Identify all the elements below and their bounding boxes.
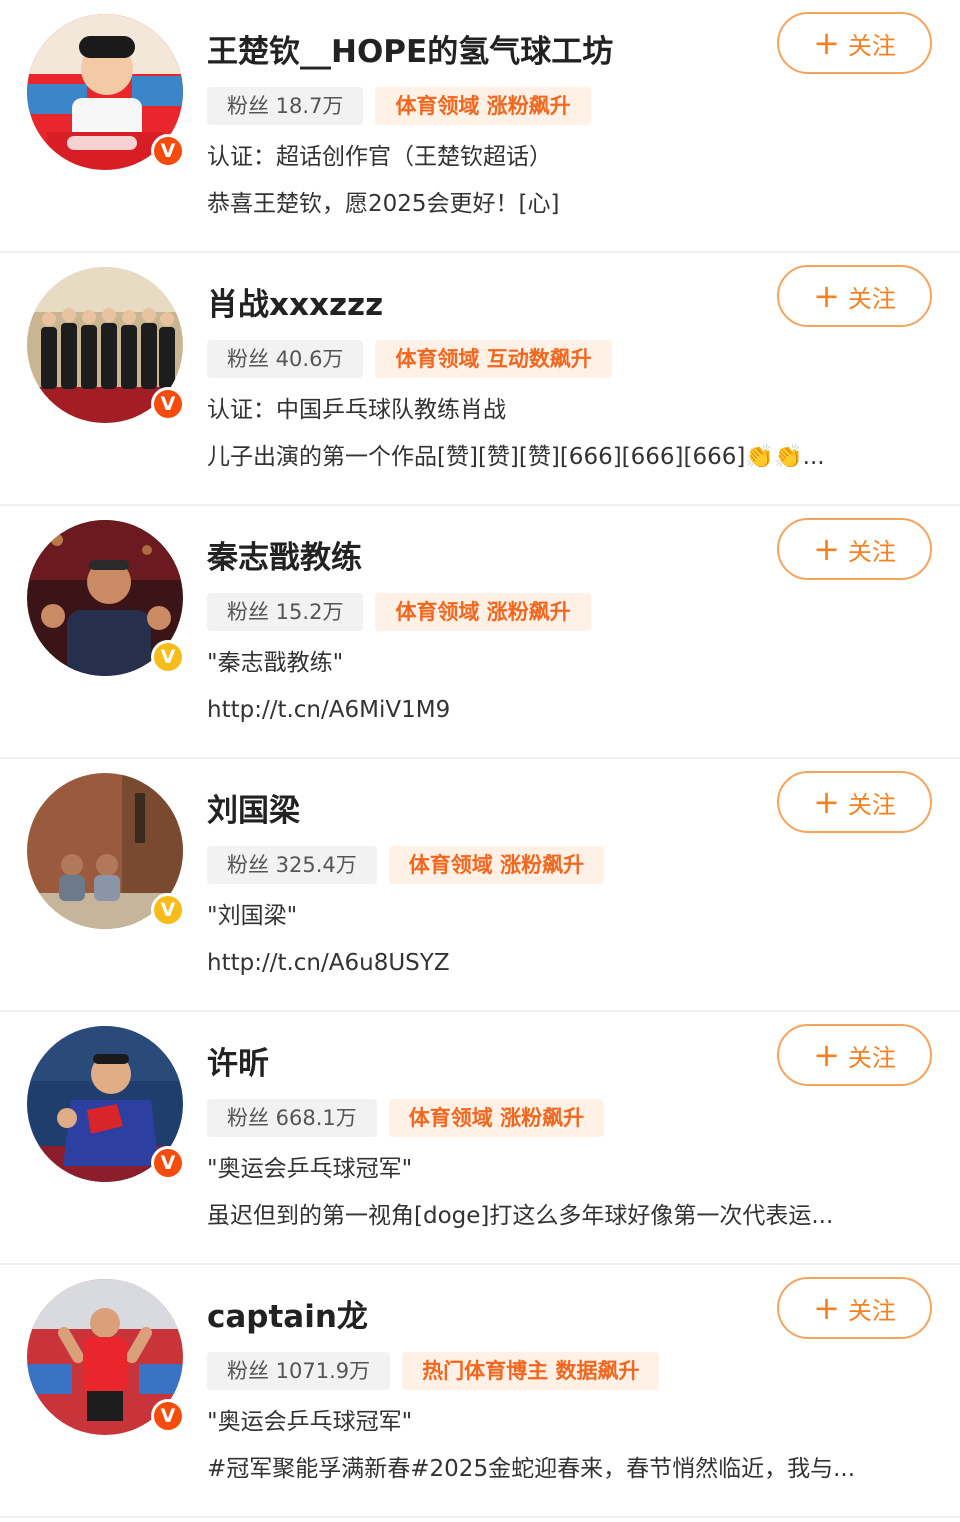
user-latest-post: #冠军聚能孚满新春#2025金蛇迎春来，春节悄然临近，我与... <box>207 1456 856 1482</box>
tag-row: 粉丝 15.2万 体育领域 涨粉飙升 <box>207 593 927 631</box>
user-name[interactable]: 秦志戬教练 <box>207 532 762 584</box>
follow-button[interactable]: + 关注 <box>777 518 932 580</box>
user-verification: 认证：超话创作官（王楚钦超话） <box>207 144 552 170</box>
verified-badge-icon: V <box>151 893 185 927</box>
avatar[interactable]: V <box>27 520 185 676</box>
follow-label: 关注 <box>847 31 896 60</box>
follow-button[interactable]: + 关注 <box>777 265 932 327</box>
verified-badge-icon: V <box>151 1146 185 1180</box>
user-latest-post: 恭喜王楚钦，愿2025会更好！[心] <box>207 191 560 217</box>
user-name[interactable]: captain龙 <box>207 1291 762 1343</box>
verified-badge-icon: V <box>151 134 185 168</box>
tag-row: 粉丝 40.6万 体育领域 互动数飙升 <box>207 340 927 378</box>
follow-label: 关注 <box>847 1296 896 1325</box>
fans-count-tag: 粉丝 668.1万 <box>207 1099 377 1137</box>
user-verification: "秦志戬教练" <box>207 650 344 676</box>
field-tag: 热门体育博主 数据飙升 <box>402 1352 660 1390</box>
fans-count-tag: 粉丝 18.7万 <box>207 87 364 125</box>
avatar[interactable]: V <box>27 14 185 170</box>
field-tag: 体育领域 互动数飙升 <box>375 340 612 378</box>
user-latest-post: http://t.cn/A6MiV1M9 <box>207 697 451 723</box>
user-name[interactable]: 王楚钦__HOPE的氢气球工坊 <box>207 26 762 78</box>
follow-label: 关注 <box>847 284 896 313</box>
plus-icon: + <box>813 1036 840 1074</box>
field-tag: 体育领域 涨粉飙升 <box>388 846 605 884</box>
field-tag: 体育领域 涨粉飙升 <box>375 593 591 631</box>
verified-badge-icon: V <box>151 1399 185 1433</box>
tag-row: 粉丝 18.7万 体育领域 涨粉飙升 <box>207 87 927 125</box>
user-result-list: V 王楚钦__HOPE的氢气球工坊 粉丝 18.7万 体育领域 涨粉飙升 认证：… <box>0 0 960 1518</box>
plus-icon: + <box>813 1289 840 1327</box>
user-card[interactable]: V 许昕 粉丝 668.1万 体育领域 涨粉飙升 "奥运会乒乓球冠军" 虽迟但到… <box>0 1012 960 1265</box>
plus-icon: + <box>813 783 840 821</box>
user-name[interactable]: 刘国梁 <box>207 785 762 837</box>
avatar[interactable]: V <box>27 773 185 929</box>
user-verification: "奥运会乒乓球冠军" <box>207 1409 413 1435</box>
field-tag: 体育领域 涨粉飙升 <box>388 1099 605 1137</box>
fans-count-tag: 粉丝 325.4万 <box>207 846 377 884</box>
user-latest-post: http://t.cn/A6u8USYZ <box>207 950 450 976</box>
user-card[interactable]: V 王楚钦__HOPE的氢气球工坊 粉丝 18.7万 体育领域 涨粉飙升 认证：… <box>0 0 960 253</box>
avatar[interactable]: V <box>27 1279 185 1435</box>
user-latest-post: 虽迟但到的第一视角[doge]打这么多年球好像第一次代表运... <box>207 1203 834 1229</box>
tag-row: 粉丝 1071.9万 热门体育博主 数据飙升 <box>207 1352 927 1390</box>
field-tag: 体育领域 涨粉飙升 <box>375 87 591 125</box>
fans-count-tag: 粉丝 15.2万 <box>207 593 364 631</box>
user-verification: "奥运会乒乓球冠军" <box>207 1156 413 1182</box>
tag-row: 粉丝 668.1万 体育领域 涨粉飙升 <box>207 1099 927 1137</box>
user-card[interactable]: V 刘国梁 粉丝 325.4万 体育领域 涨粉飙升 "刘国梁" http://t… <box>0 759 960 1012</box>
plus-icon: + <box>813 530 840 568</box>
follow-label: 关注 <box>847 1043 896 1072</box>
user-card[interactable]: V 秦志戬教练 粉丝 15.2万 体育领域 涨粉飙升 "秦志戬教练" http:… <box>0 506 960 759</box>
follow-button[interactable]: + 关注 <box>777 12 932 74</box>
user-verification: "刘国梁" <box>207 903 298 929</box>
follow-button[interactable]: + 关注 <box>777 1277 932 1339</box>
user-name[interactable]: 肖战xxxzzz <box>207 279 762 331</box>
plus-icon: + <box>813 277 840 315</box>
follow-label: 关注 <box>847 790 896 819</box>
verified-badge-icon: V <box>151 387 185 421</box>
fans-count-tag: 粉丝 40.6万 <box>207 340 364 378</box>
tag-row: 粉丝 325.4万 体育领域 涨粉飙升 <box>207 846 927 884</box>
user-verification: 认证：中国乒乓球队教练肖战 <box>207 397 506 423</box>
follow-button[interactable]: + 关注 <box>777 771 932 833</box>
user-card[interactable]: V captain龙 粉丝 1071.9万 热门体育博主 数据飙升 "奥运会乒乓… <box>0 1265 960 1518</box>
user-card[interactable]: V 肖战xxxzzz 粉丝 40.6万 体育领域 互动数飙升 认证：中国乒乓球队… <box>0 253 960 506</box>
avatar[interactable]: V <box>27 1026 185 1182</box>
user-name[interactable]: 许昕 <box>207 1038 762 1090</box>
follow-label: 关注 <box>847 537 896 566</box>
plus-icon: + <box>813 24 840 62</box>
follow-button[interactable]: + 关注 <box>777 1024 932 1086</box>
verified-badge-icon: V <box>151 640 185 674</box>
fans-count-tag: 粉丝 1071.9万 <box>207 1352 391 1390</box>
avatar[interactable]: V <box>27 267 185 423</box>
user-latest-post: 儿子出演的第一个作品[赞][赞][赞][666][666][666]👏👏... <box>207 444 825 470</box>
